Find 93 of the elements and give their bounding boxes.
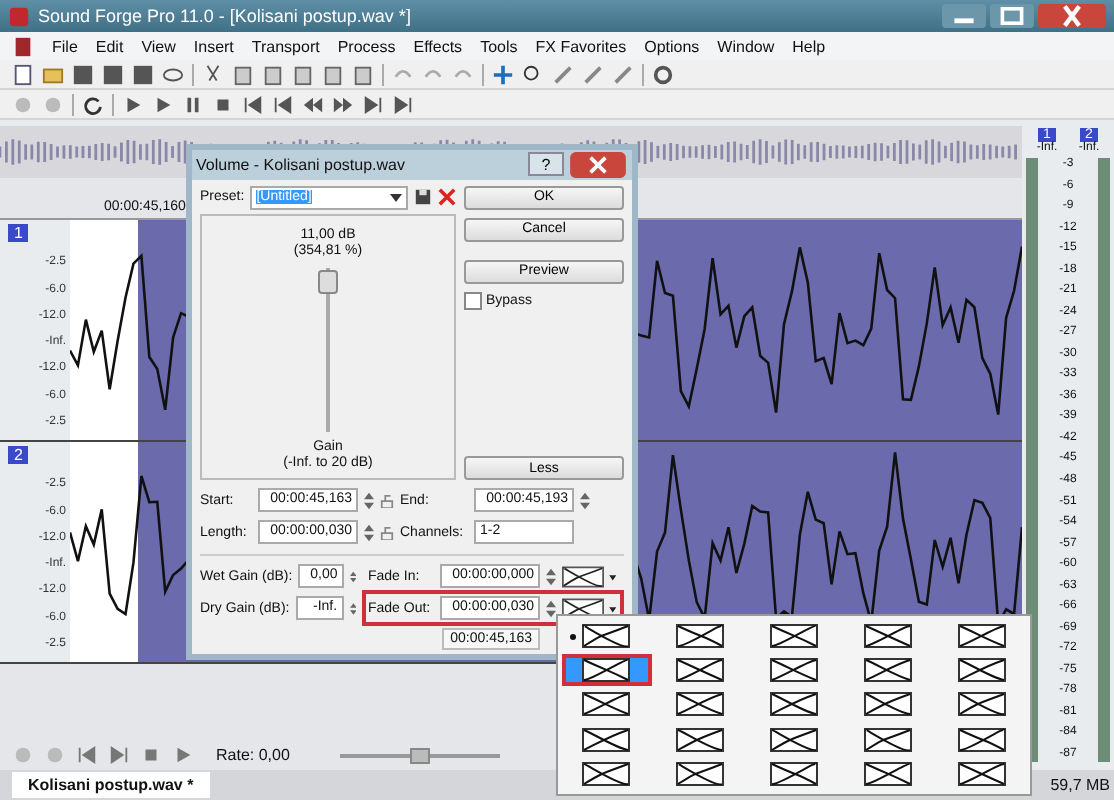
fade-curve-icon bbox=[676, 727, 725, 752]
fade-curve-icon bbox=[957, 658, 1006, 683]
help-button[interactable]: ? bbox=[528, 152, 564, 177]
channel-number[interactable]: 1 bbox=[8, 224, 29, 242]
paste-icon[interactable] bbox=[292, 63, 314, 85]
delete-icon[interactable] bbox=[438, 188, 456, 207]
skip-start-icon[interactable] bbox=[242, 93, 264, 115]
document-icon[interactable] bbox=[12, 63, 34, 85]
menu-item[interactable]: Transport bbox=[251, 37, 320, 55]
save-icon[interactable] bbox=[132, 63, 154, 85]
spinner-icon[interactable] bbox=[349, 567, 356, 586]
menu-item[interactable]: Options bbox=[644, 37, 700, 55]
minimize-icon[interactable] bbox=[942, 4, 986, 28]
pencil-icon[interactable] bbox=[582, 63, 604, 85]
fade-curve-icon bbox=[957, 761, 1006, 786]
fade-curve-icon bbox=[769, 624, 818, 649]
fade-curve-icon bbox=[676, 692, 725, 717]
skip-end-icon[interactable] bbox=[392, 93, 414, 115]
menu-item[interactable]: Window bbox=[717, 37, 775, 55]
maximize-icon[interactable] bbox=[990, 4, 1034, 28]
caret-icon bbox=[390, 193, 402, 202]
lock-icon[interactable] bbox=[380, 525, 394, 540]
memory-status: 59,7 MB bbox=[1050, 776, 1112, 794]
channel-number[interactable]: 2 bbox=[8, 446, 29, 464]
pause-icon[interactable] bbox=[182, 93, 204, 115]
pencil-icon[interactable] bbox=[612, 63, 634, 85]
fade-curve-icon bbox=[676, 658, 725, 683]
paste-icon[interactable] bbox=[322, 63, 344, 85]
spinner-icon[interactable] bbox=[580, 491, 590, 510]
copy-icon[interactable] bbox=[232, 63, 254, 85]
loop-icon[interactable] bbox=[82, 93, 104, 115]
pencil-icon[interactable] bbox=[552, 63, 574, 85]
folder-icon[interactable] bbox=[42, 63, 64, 85]
stop-icon[interactable] bbox=[140, 744, 162, 766]
fade-curve-icon bbox=[863, 727, 912, 752]
fade-curve-icon bbox=[769, 761, 818, 786]
crop-icon[interactable] bbox=[352, 63, 374, 85]
menu-item[interactable]: Effects bbox=[413, 37, 463, 55]
menu-item[interactable]: FX Favorites bbox=[535, 37, 627, 55]
spinner-icon[interactable] bbox=[364, 523, 374, 542]
rate-label: Rate: 0,00 bbox=[216, 746, 290, 764]
fade-curve-icon bbox=[957, 624, 1006, 649]
document-tab[interactable]: Kolisani postup.wav * bbox=[12, 772, 210, 798]
close-icon[interactable] bbox=[1038, 4, 1106, 28]
spinner-icon[interactable] bbox=[349, 599, 356, 618]
save-icon[interactable] bbox=[102, 63, 124, 85]
fade-curve-dropdown[interactable] bbox=[562, 565, 618, 588]
fade-curve-icon bbox=[957, 727, 1006, 752]
fade-curve-icon bbox=[582, 761, 631, 786]
menu-item[interactable]: View bbox=[141, 37, 176, 55]
menu-item[interactable]: Edit bbox=[95, 37, 124, 55]
close-icon[interactable] bbox=[568, 151, 628, 178]
menu-item[interactable]: Help bbox=[792, 37, 826, 55]
fade-curve-icon bbox=[769, 692, 818, 717]
menu-item[interactable]: Insert bbox=[193, 37, 234, 55]
save-icon[interactable] bbox=[414, 188, 432, 207]
fade-curve-icon bbox=[582, 658, 631, 683]
cut-icon[interactable] bbox=[202, 63, 224, 85]
fade-curve-icon bbox=[863, 624, 912, 649]
spinner-icon[interactable] bbox=[546, 567, 556, 586]
lock-icon[interactable] bbox=[380, 493, 394, 508]
fade-curve-icon bbox=[957, 692, 1006, 717]
window-title: Sound Forge Pro 11.0 - [Kolisani postup.wav *] bbox=[38, 6, 411, 26]
skip-end-icon[interactable] bbox=[108, 744, 130, 766]
fade-curve-icon bbox=[769, 727, 818, 752]
fade-curve-option[interactable] bbox=[562, 654, 652, 687]
fade-curve-icon bbox=[769, 658, 818, 683]
save-icon[interactable] bbox=[72, 63, 94, 85]
fade-curve-icon bbox=[582, 624, 631, 649]
fade-curve-icon bbox=[863, 658, 912, 683]
gain-slider-thumb[interactable] bbox=[318, 269, 338, 293]
pointer-icon[interactable] bbox=[492, 63, 514, 85]
spinner-icon[interactable] bbox=[364, 491, 374, 510]
dialog-title: Volume - Kolisani postup.wav bbox=[196, 155, 405, 174]
rate-slider-thumb[interactable] bbox=[409, 747, 430, 763]
fade-curve-icon bbox=[582, 692, 631, 717]
fade-curve-icon bbox=[676, 624, 725, 649]
bypass-checkbox[interactable] bbox=[464, 291, 482, 310]
skip-start-icon[interactable] bbox=[76, 744, 98, 766]
document-icon bbox=[12, 35, 34, 57]
fade-curve-icon bbox=[676, 761, 725, 786]
fade-curve-icon bbox=[863, 692, 912, 717]
skip-start-icon[interactable] bbox=[272, 93, 294, 115]
menu-item[interactable]: File bbox=[52, 37, 78, 55]
fade-curve-icon bbox=[582, 727, 631, 752]
spinner-icon[interactable] bbox=[546, 599, 556, 618]
menu-item[interactable]: Tools bbox=[480, 37, 518, 55]
paste-icon[interactable] bbox=[262, 63, 284, 85]
menu-item[interactable]: Process bbox=[337, 37, 396, 55]
app-logo-icon bbox=[8, 5, 30, 27]
skip-end-icon[interactable] bbox=[362, 93, 384, 115]
fade-curve-icon bbox=[863, 761, 912, 786]
play-icon[interactable] bbox=[172, 744, 194, 766]
